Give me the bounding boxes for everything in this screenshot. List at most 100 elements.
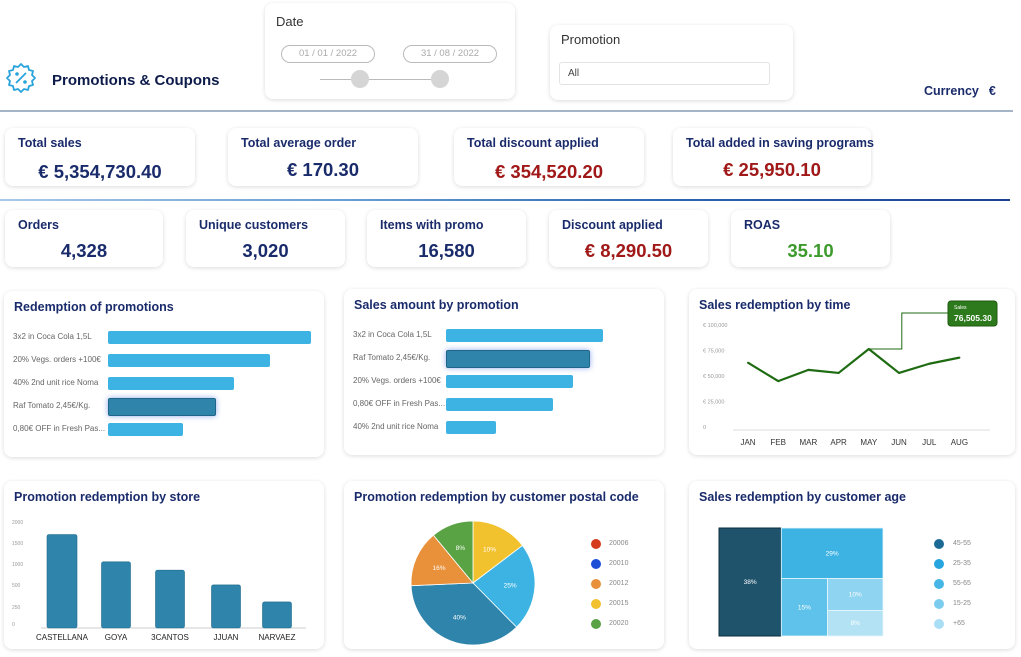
- bar-label: 20% Vegs. orders +100€: [353, 376, 441, 385]
- pie-slice-label: 16%: [432, 565, 445, 572]
- data-point: [898, 371, 900, 374]
- panel-title: Redemption of promotions: [14, 300, 174, 314]
- promotion-select[interactable]: All: [559, 62, 770, 85]
- data-point: [747, 361, 749, 364]
- bar-label: Raf Tomato 2,45€/Kg.: [353, 353, 431, 362]
- bar[interactable]: [446, 421, 497, 434]
- kpi-title: Total sales: [18, 136, 82, 150]
- kpi-value: 35.10: [787, 240, 834, 261]
- bar[interactable]: [446, 375, 574, 388]
- kpi-value: 3,020: [242, 240, 289, 261]
- bar-label: 40% 2nd unit rice Noma: [13, 378, 99, 387]
- end-date-input[interactable]: 31 / 08 / 2022: [403, 45, 497, 63]
- treemap-cell-label: 29%: [826, 550, 839, 557]
- pie-slice-label: 8%: [456, 545, 466, 552]
- bar[interactable]: [108, 331, 311, 344]
- y-tick-label: 0: [703, 425, 706, 431]
- promotion-filter: Promotion All: [550, 25, 793, 100]
- kpi-total-average-order: Total average order € 170.30: [228, 128, 418, 186]
- currency-selector[interactable]: Currency €: [924, 84, 996, 98]
- kpi-total-discount-applied: Total discount applied € 354,520.20: [454, 128, 644, 186]
- kpi-orders: Orders 4,328: [5, 210, 163, 267]
- kpi-roas: ROAS 35.10: [731, 210, 890, 267]
- legend-swatch: [591, 619, 601, 629]
- store-bar: [46, 534, 78, 629]
- x-tick-label: 3CANTOS: [151, 633, 189, 642]
- x-tick-label: AUG: [951, 438, 968, 447]
- sales-line: [747, 347, 960, 383]
- y-tick-label: € 25,000: [703, 400, 724, 406]
- kpi-title: Orders: [18, 218, 59, 232]
- panel-title: Sales amount by promotion: [354, 298, 519, 312]
- kpi-value: € 354,520.20: [494, 161, 604, 182]
- store-bar: [155, 569, 185, 629]
- x-tick-label: MAY: [860, 438, 877, 447]
- x-tick-label: JUN: [891, 438, 907, 447]
- bar-label: 20% Vegs. orders +100€: [13, 355, 101, 364]
- y-tick-label: 500: [12, 583, 21, 589]
- x-tick-label: APR: [830, 438, 847, 447]
- end-date-slider-handle[interactable]: [431, 70, 449, 88]
- legend-label: +65: [953, 620, 965, 627]
- redemption-of-promotions-panel: Redemption of promotions 3x2 in Coca Col…: [4, 291, 324, 457]
- data-point: [958, 356, 961, 359]
- data-point: [777, 380, 780, 383]
- x-tick-label: JJUAN: [214, 633, 239, 642]
- store-bar: [211, 584, 241, 629]
- bar[interactable]: [446, 398, 553, 411]
- kpi-value: € 8,290.50: [584, 240, 673, 261]
- x-tick-label: NARVAEZ: [258, 633, 295, 642]
- tooltip-label: Sales: [954, 305, 967, 311]
- treemap-cell-label: 8%: [851, 620, 861, 627]
- y-tick-label: 1500: [12, 541, 23, 547]
- header-divider: [0, 110, 1013, 112]
- kpi-unique-customers: Unique customers 3,020: [186, 210, 345, 267]
- bar[interactable]: [446, 329, 603, 342]
- store-bar: [101, 561, 131, 629]
- kpi-value: 4,328: [60, 240, 108, 261]
- bar-highlighted[interactable]: [108, 398, 216, 416]
- legend-label: 15-25: [953, 600, 971, 607]
- bar[interactable]: [108, 423, 184, 436]
- bar-label: 40% 2nd unit rice Noma: [353, 422, 439, 431]
- legend-label: 20015: [609, 600, 629, 607]
- x-tick-label: JAN: [740, 438, 755, 447]
- legend-swatch: [591, 539, 601, 549]
- start-date-slider-handle[interactable]: [351, 70, 369, 88]
- kpi-title: Total added in saving programs: [686, 136, 874, 150]
- kpi-divider: [0, 199, 1010, 201]
- kpi-total-saving-programs: Total added in saving programs € 25,950.…: [673, 128, 874, 186]
- x-tick-label: GOYA: [105, 633, 128, 642]
- x-tick-label: JUL: [922, 438, 937, 447]
- y-tick-label: 250: [12, 605, 21, 611]
- kpi-title: Total discount applied: [467, 136, 599, 150]
- treemap-cell-label: 10%: [849, 591, 862, 598]
- currency-label: Currency: [924, 84, 979, 98]
- bar-highlighted[interactable]: [446, 350, 591, 368]
- y-tick-label: € 50,000: [703, 374, 724, 380]
- date-range-track: [320, 79, 448, 80]
- start-date-input[interactable]: 01 / 01 / 2022: [281, 45, 375, 63]
- legend-label: 45-55: [953, 540, 971, 547]
- legend-label: 20006: [609, 540, 629, 547]
- tooltip-leader-line: [868, 312, 948, 350]
- kpi-value: € 170.30: [286, 159, 359, 180]
- x-tick-label: MAR: [800, 438, 818, 447]
- y-tick-label: € 100,000: [703, 323, 727, 329]
- legend-swatch: [934, 539, 944, 549]
- bar-label: 0,80€ OFF in Fresh Pas...: [353, 399, 446, 408]
- x-tick-label: CASTELLANA: [36, 633, 89, 642]
- bar[interactable]: [108, 354, 271, 367]
- data-point: [837, 371, 840, 374]
- kpi-value: € 5,354,730.40: [38, 161, 162, 182]
- bar-label: 3x2 in Coca Cola 1,5L: [13, 332, 92, 341]
- bar-label: Raf Tomato 2,45€/Kg.: [13, 401, 91, 410]
- store-bar-chart: 0 250 500 1000 1500 2000 CASTELLANA GOYA 3CANTOS…: [12, 520, 306, 642]
- bar[interactable]: [108, 377, 234, 390]
- sales-time-line-chart: 0 € 25,000 € 50,000 € 75,000 € 100,000 JAN FEB…: [703, 300, 998, 447]
- y-tick-label: 2000: [12, 520, 23, 526]
- kpi-title: Unique customers: [199, 218, 309, 232]
- bar-label: 3x2 in Coca Cola 1,5L: [353, 330, 432, 339]
- app-title: Promotions & Coupons: [52, 72, 220, 89]
- y-tick-label: 1000: [12, 562, 23, 568]
